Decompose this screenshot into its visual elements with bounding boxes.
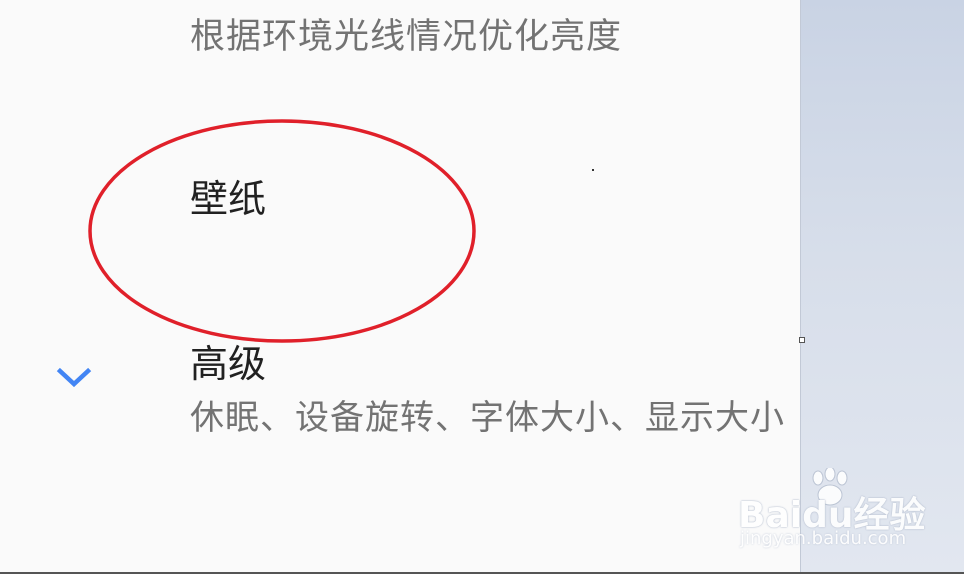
chevron-down-icon[interactable] (56, 364, 92, 390)
adaptive-brightness-summary: 根据环境光线情况优化亮度 (190, 17, 623, 57)
stray-dot (592, 169, 594, 171)
advanced-summary: 休眠、设备旋转、字体大小、显示大小 (190, 398, 785, 438)
red-highlight-ellipse (88, 119, 476, 343)
baidu-jingyan-watermark: Baidu经验 jingyan.baidu.com (738, 468, 948, 560)
resize-handle[interactable] (799, 337, 805, 343)
watermark-url: jingyan.baidu.com (740, 528, 907, 549)
advanced-title[interactable]: 高级 (190, 333, 266, 388)
wallpaper-title[interactable]: 壁纸 (190, 168, 266, 223)
settings-screen: 根据环境光线情况优化亮度 壁纸 高级 休眠、设备旋转、字体大小、显示大小 (0, 0, 800, 574)
